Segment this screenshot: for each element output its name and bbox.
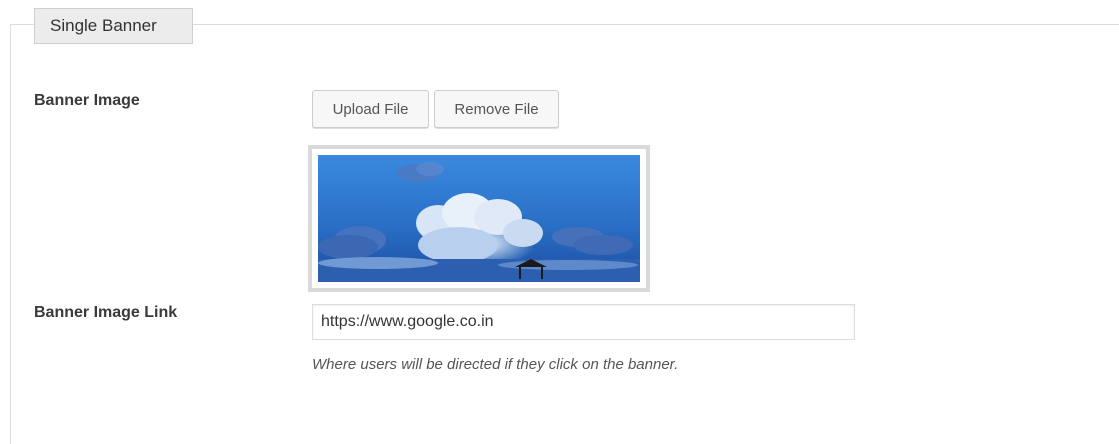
banner-image-preview [308, 145, 650, 292]
upload-file-button[interactable]: Upload File [312, 90, 429, 128]
banner-image-link-label: Banner Image Link [34, 304, 178, 321]
banner-link-description: Where users will be directed if they cli… [312, 356, 679, 373]
remove-file-button[interactable]: Remove File [434, 90, 559, 128]
banner-link-input[interactable] [312, 304, 855, 340]
section-legend: Single Banner [34, 8, 193, 44]
banner-preview-image [318, 155, 640, 282]
banner-image-label: Banner Image [34, 92, 140, 109]
